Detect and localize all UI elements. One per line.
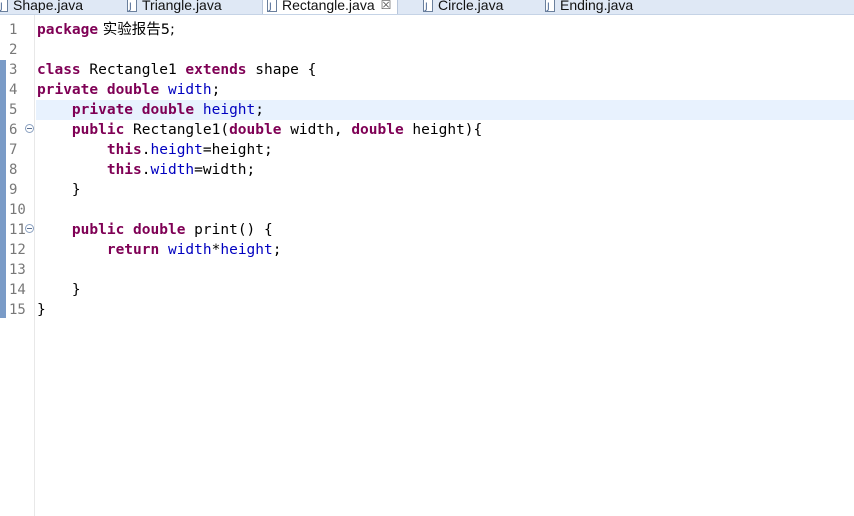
- code-line-3: class Rectangle1 extends shape {: [37, 62, 317, 78]
- tab-label: Circle.java: [438, 0, 504, 13]
- line-number-gutter: 1 2 3 4 5 6 7 8 9 10 11 12 13 14 15: [7, 15, 35, 516]
- line-number: 7: [9, 142, 18, 158]
- java-file-icon: J: [267, 0, 277, 12]
- tab-label: Triangle.java: [142, 0, 222, 13]
- code-line-15: }: [37, 302, 46, 318]
- fold-collapse-icon[interactable]: [25, 224, 34, 233]
- line-number: 8: [9, 162, 18, 178]
- svg-text:J: J: [268, 2, 272, 12]
- close-tab-icon[interactable]: ☒: [381, 0, 392, 14]
- svg-text:J: J: [0, 2, 3, 12]
- fold-collapse-icon[interactable]: [25, 124, 34, 133]
- tab-label: Ending.java: [560, 0, 634, 13]
- line-number: 5: [9, 102, 18, 118]
- code-line-5: private double height;: [71, 102, 265, 118]
- java-file-icon: J: [423, 0, 433, 12]
- code-line-7: this.height=height;: [106, 142, 273, 158]
- java-file-icon: J: [545, 0, 555, 12]
- code-line-11: public double print() {: [71, 222, 273, 238]
- code-line-12: return width*height;: [106, 242, 282, 258]
- line-number: 9: [9, 182, 18, 198]
- editor-tab-bar: J Shape.java J Triangle.java J Rectangle…: [0, 0, 854, 15]
- code-line-6: public Rectangle1(double width, double h…: [71, 122, 483, 138]
- tab-ending-java[interactable]: J Ending.java: [545, 0, 634, 14]
- tab-label: Rectangle.java: [282, 0, 375, 13]
- line-number: 14: [9, 282, 26, 298]
- code-line-9: }: [37, 182, 81, 198]
- code-line-4: private double width;: [37, 82, 221, 98]
- line-number: 10: [9, 202, 26, 218]
- change-ruler: [0, 15, 7, 516]
- tab-circle-java[interactable]: J Circle.java: [423, 0, 504, 14]
- change-marker: [0, 60, 6, 318]
- tab-triangle-java[interactable]: J Triangle.java: [127, 0, 222, 14]
- code-line-8: this.width=width;: [106, 162, 256, 178]
- line-number: 2: [9, 42, 18, 58]
- tab-shape-java[interactable]: J Shape.java: [0, 0, 84, 14]
- line-number: 15: [9, 302, 26, 318]
- svg-text:J: J: [128, 2, 132, 12]
- line-number: 13: [9, 262, 26, 278]
- tab-rectangle-java[interactable]: J Rectangle.java ☒: [262, 0, 399, 14]
- svg-text:J: J: [424, 2, 428, 12]
- line-number: 3: [9, 62, 18, 78]
- line-number: 12: [9, 242, 26, 258]
- java-file-icon: J: [0, 0, 8, 12]
- tab-label: Shape.java: [13, 0, 84, 13]
- java-file-icon: J: [127, 0, 137, 12]
- line-number: 4: [9, 82, 18, 98]
- code-line-14: }: [37, 282, 81, 298]
- svg-text:J: J: [546, 2, 550, 12]
- line-number: 1: [9, 22, 18, 38]
- code-line-1: package 实验报告5;: [37, 22, 175, 38]
